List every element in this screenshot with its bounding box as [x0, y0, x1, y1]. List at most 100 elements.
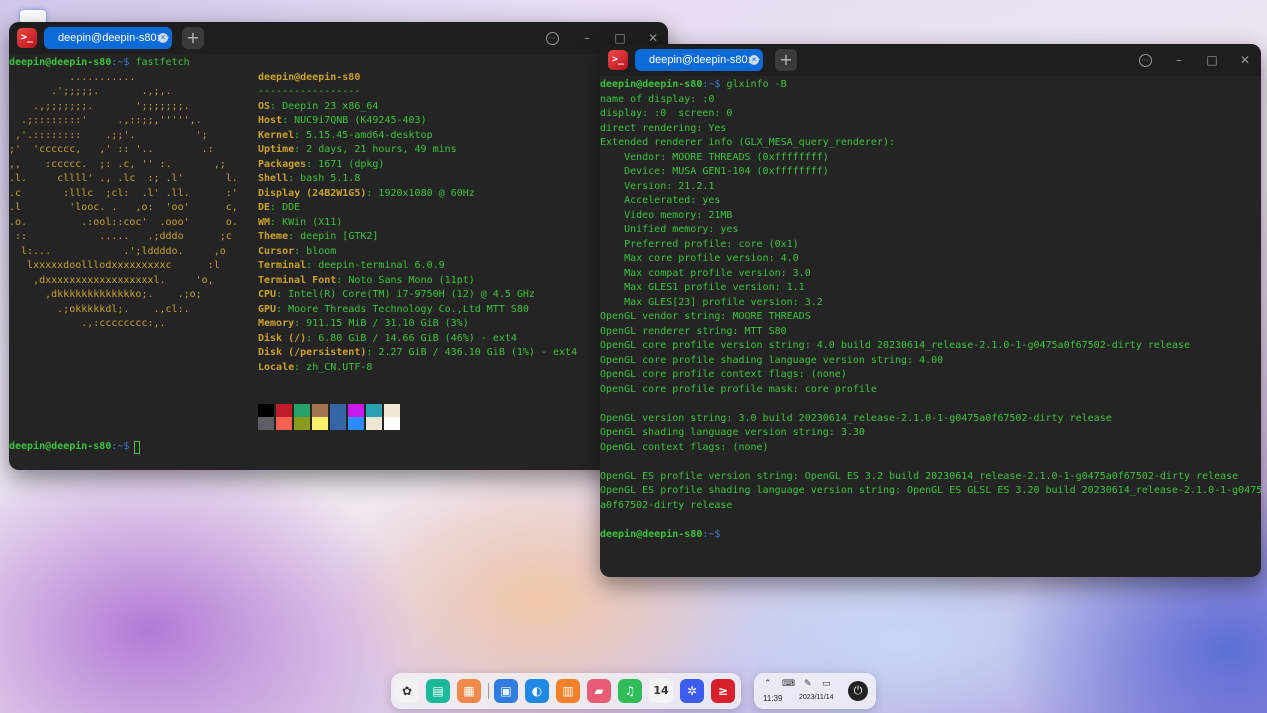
title-bar[interactable]: >_ deepin@deepin-s80: ~ × + ⋯ – □ ✕ [600, 44, 1261, 76]
info-colon: : [288, 231, 301, 242]
browser-icon[interactable]: ◐ [525, 679, 549, 703]
info-row: Uptime: 2 days, 21 hours, 49 mins [258, 143, 457, 158]
ascii-logo-line: .o. .:ool::coc' .ooo' o. [9, 216, 238, 228]
device-icon[interactable]: ▭ [822, 678, 831, 690]
ascii-logo-line: .,:cccccccc:,. [9, 318, 166, 329]
system-tray: ⌃ ⌨ ✎ ▭ 11:39 2023/11/14 ⏻ [754, 673, 876, 709]
title-bar[interactable]: >_ deepin@deepin-s80: ~ × + ⋯ – □ ✕ [9, 22, 668, 54]
output-line: direct rendering: Yes [600, 122, 727, 134]
output-line: Max core profile version: 4.0 [600, 253, 799, 264]
output-line: display: :0 screen: 0 [600, 108, 733, 119]
tab-title: deepin@deepin-s80: ~ [649, 54, 761, 66]
clock-date[interactable]: 2023/11/14 [799, 694, 834, 701]
color-swatch [276, 404, 292, 417]
info-row: Memory: 911.15 MiB / 31.10 GiB (3%) [258, 317, 469, 332]
info-row: Cursor: bloom [258, 245, 336, 260]
app-store-icon[interactable]: ▥ [556, 679, 580, 703]
menu-button[interactable]: ⋯ [542, 28, 562, 48]
info-row: Kernel: 5.15.45-amd64-desktop [258, 129, 433, 144]
chevron-up-icon[interactable]: ⌃ [764, 678, 772, 690]
info-value: bash 5.1.8 [300, 173, 361, 184]
file-manager-icon[interactable]: ▣ [494, 679, 518, 703]
color-swatch [330, 417, 346, 430]
info-key: Theme [258, 231, 289, 242]
terminal-window-fastfetch[interactable]: >_ deepin@deepin-s80: ~ × + ⋯ – □ ✕ deep… [9, 22, 668, 470]
info-colon: : [366, 347, 379, 358]
info-key: Disk (/persistent) [258, 347, 367, 358]
terminal-window-glxinfo[interactable]: >_ deepin@deepin-s80: ~ × + ⋯ – □ ✕ deep… [600, 44, 1261, 577]
terminal-content[interactable]: deepin@deepin-s80:~$ fastfetch .........… [9, 54, 668, 470]
output-line: OpenGL vendor string: MOORE THREADS [600, 311, 811, 322]
menu-button[interactable]: ⋯ [1135, 50, 1155, 70]
ascii-logo-line: ,'.:::::::: .;;'. '; [9, 129, 208, 141]
info-separator: ----------------- [258, 86, 361, 97]
output-line: OpenGL renderer string: MTT S80 [600, 325, 787, 337]
color-swatch [384, 404, 400, 417]
info-key: Cursor [258, 245, 295, 257]
command-text: fastfetch [135, 57, 190, 68]
info-value: 5.15.45-amd64-desktop [306, 129, 433, 141]
info-value: KWin (X11) [282, 216, 343, 228]
music-icon[interactable]: ♫ [618, 679, 642, 703]
output-line: OpenGL context flags: (none) [600, 441, 769, 453]
minimize-button[interactable]: – [577, 28, 597, 48]
info-value: Noto Sans Mono (11pt) [348, 274, 475, 286]
info-value: 2.27 GiB / 436.10 GiB (1%) - ext4 [378, 347, 578, 358]
info-colon: : [294, 129, 307, 141]
photos-icon[interactable]: ▰ [587, 679, 611, 703]
color-swatch [258, 417, 274, 430]
tab-close-icon[interactable]: × [749, 55, 759, 65]
multitasking-icon[interactable]: ▦ [457, 679, 481, 703]
clock-time[interactable]: 11:39 [763, 694, 782, 703]
color-swatch [294, 417, 310, 430]
terminal-app-icon: >_ [608, 50, 628, 70]
info-row: Disk (/persistent): 2.27 GiB / 436.10 Gi… [258, 346, 577, 361]
new-tab-button[interactable]: + [182, 27, 204, 49]
terminal-app-icon[interactable]: ▤ [426, 679, 450, 703]
ascii-logo-line: .l. cllll' ., .lc :; .l' l. [9, 173, 238, 184]
info-key: Memory [258, 318, 295, 329]
tab-close-icon[interactable]: × [158, 33, 168, 43]
info-colon: : [306, 158, 319, 170]
ascii-logo-line: .';;;;;. .,;,. [9, 86, 172, 97]
tab-terminal[interactable]: deepin@deepin-s80: ~ × [635, 49, 763, 71]
calendar-icon[interactable]: 14 [649, 679, 673, 703]
output-line: Version: 21.2.1 [600, 180, 715, 192]
deepin-terminal-icon[interactable]: ≥ [711, 679, 735, 703]
info-key: Disk (/) [258, 332, 307, 344]
prompt-path: :~$ [111, 441, 136, 453]
terminal-content[interactable]: deepin@deepin-s80:~$ glxinfo -B name of d… [600, 76, 1261, 577]
ascii-logo-line: ,dkkkkkkkkkkkkko;. .;o; [9, 289, 202, 300]
info-value: deepin-terminal 6.0.9 [318, 260, 445, 271]
new-tab-button[interactable]: + [775, 49, 797, 71]
output-line: Max compat profile version: 3.0 [600, 267, 811, 279]
tab-terminal[interactable]: deepin@deepin-s80: ~ × [44, 27, 172, 49]
settings-icon[interactable]: ✲ [680, 679, 704, 703]
output-line: OpenGL core profile version string: 4.0 … [600, 340, 1191, 351]
info-colon: : [276, 289, 289, 300]
pen-icon[interactable]: ✎ [804, 678, 812, 690]
output-line: OpenGL core profile profile mask: core p… [600, 383, 877, 395]
output-line: OpenGL shading language version string: … [600, 427, 865, 438]
minimize-button[interactable]: – [1169, 50, 1189, 70]
ascii-logo-line: ,, :ccccc. ;: .c, '' :. ,; [9, 158, 226, 170]
power-button[interactable]: ⏻ [848, 681, 868, 701]
launcher-icon[interactable]: ✿ [395, 679, 419, 703]
output-line: Max GLES1 profile version: 1.1 [600, 282, 805, 293]
keyboard-icon[interactable]: ⌨ [782, 678, 795, 690]
ascii-logo-line: lxxxxxdoolllodxxxxxxxxxc :l [9, 260, 220, 271]
maximize-button[interactable]: □ [1202, 50, 1222, 70]
info-value: deepin [GTK2] [300, 231, 379, 242]
color-swatch [312, 417, 328, 430]
info-key: Host [258, 115, 283, 126]
info-key: Shell [258, 173, 289, 184]
close-button[interactable]: ✕ [1235, 50, 1255, 70]
color-swatch [294, 404, 310, 417]
info-row: Theme: deepin [GTK2] [258, 230, 378, 245]
dock-divider [488, 683, 489, 699]
color-swatch [366, 417, 382, 430]
info-row: DE: DDE [258, 201, 300, 216]
ascii-logo-line: .;::::::::' .,::;;,''''',. [9, 115, 202, 126]
info-key: GPU [258, 303, 277, 315]
info-value: DDE [282, 202, 301, 213]
